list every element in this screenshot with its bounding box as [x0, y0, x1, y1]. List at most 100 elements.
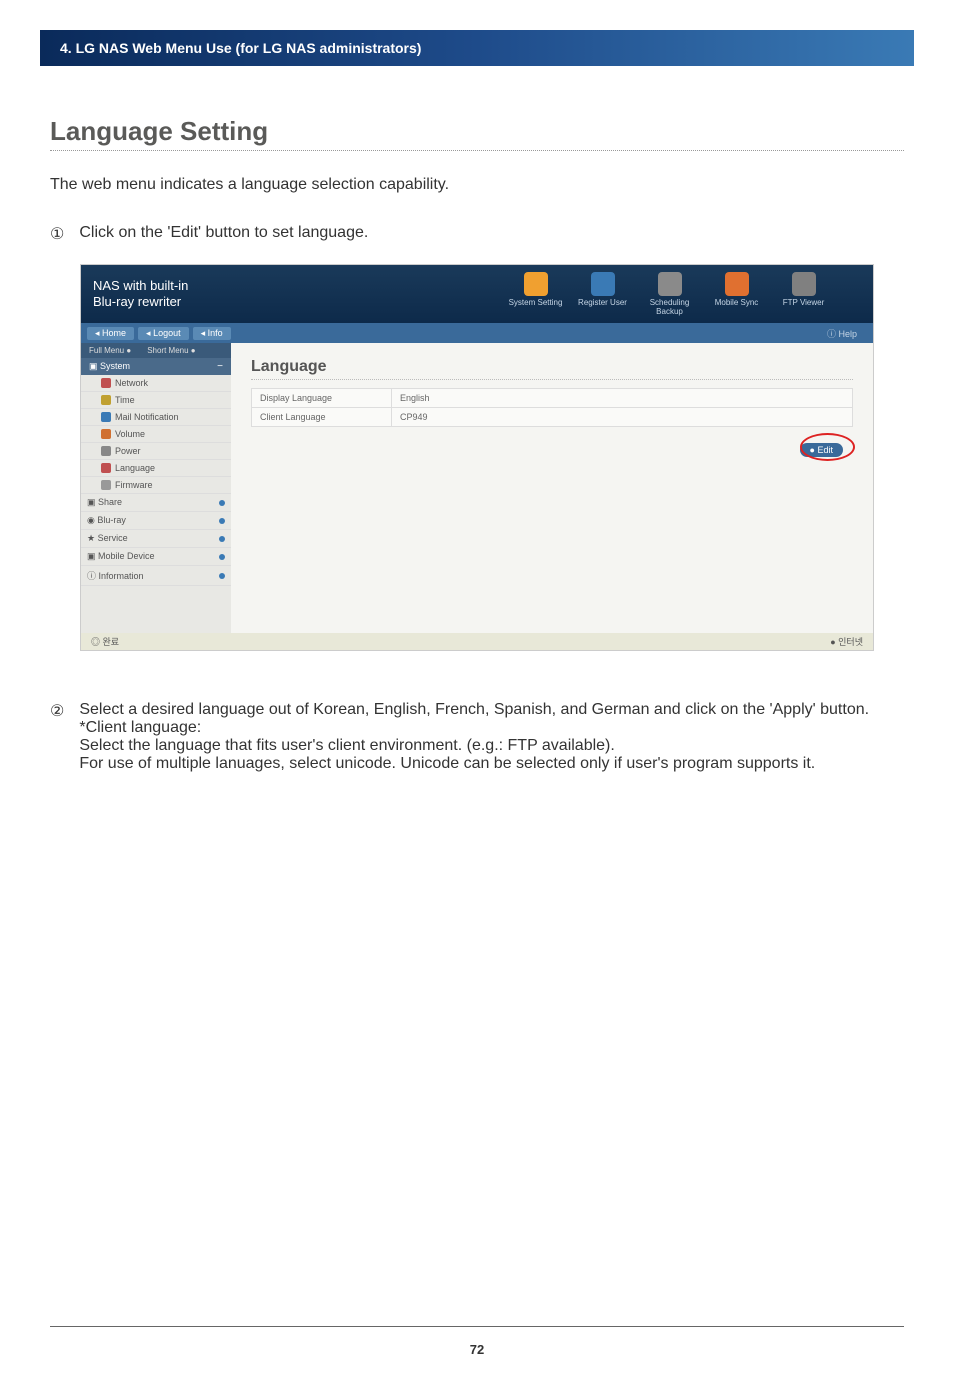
chapter-header: 4. LG NAS Web Menu Use (for LG NAS admin…: [40, 30, 914, 66]
sidebar-label: Power: [115, 446, 141, 456]
logo-line2: Blu-ray rewriter: [93, 294, 353, 310]
help-label: Help: [838, 329, 857, 339]
sidebar-group-service[interactable]: ★ Service: [81, 530, 231, 548]
power-icon: [101, 446, 111, 456]
subbar-home[interactable]: ◂ Home: [87, 327, 134, 340]
sidebar-item-firmware[interactable]: Firmware: [81, 477, 231, 494]
sidebar-group-info[interactable]: ⓘ Information: [81, 566, 231, 586]
sidebar-system[interactable]: ▣ System −: [81, 358, 231, 375]
icon-label: Mobile Sync: [715, 298, 759, 307]
help-link[interactable]: ⓘ Help: [827, 327, 857, 340]
intro-text: The web menu indicates a language select…: [50, 176, 904, 194]
footer-divider: [50, 1326, 904, 1327]
footer-left: ◎ 완료: [91, 635, 119, 648]
icon-label: Scheduling Backup: [650, 298, 690, 316]
sidebar-item-time[interactable]: Time: [81, 392, 231, 409]
sidebar-item-language[interactable]: Language: [81, 460, 231, 477]
client-language-label: *Client language:: [79, 719, 904, 737]
network-icon: [101, 378, 111, 388]
row-val: English: [392, 389, 853, 408]
ss-footer: ◎ 완료 ● 인터넷: [81, 633, 873, 650]
sidebar-label: Volume: [115, 429, 145, 439]
expand-dot-icon: [219, 573, 225, 579]
group-label: Share: [98, 497, 122, 507]
sidebar-group-share[interactable]: ▣ Share: [81, 494, 231, 512]
footer-right: ● 인터넷: [830, 635, 863, 648]
client-language-note1: Select the language that fits user's cli…: [79, 737, 904, 755]
subbar-label: Logout: [153, 328, 181, 338]
ss-sidebar: Full Menu ● Short Menu ● ▣ System − Netw…: [81, 343, 231, 633]
subbar-label: Info: [208, 328, 223, 338]
group-label: Service: [98, 533, 128, 543]
sidebar-item-volume[interactable]: Volume: [81, 426, 231, 443]
collapse-icon[interactable]: −: [217, 361, 223, 372]
system-label: ▣ System: [89, 361, 130, 372]
tab-short-menu[interactable]: Short Menu ●: [139, 343, 203, 358]
expand-dot-icon: [219, 518, 225, 524]
group-label: Blu-ray: [97, 515, 126, 525]
sidebar-label: Firmware: [115, 480, 153, 490]
sidebar-item-network[interactable]: Network: [81, 375, 231, 392]
sidebar-item-power[interactable]: Power: [81, 443, 231, 460]
group-label: Mobile Device: [98, 551, 155, 561]
ss-subbar: ◂ Home ◂ Logout ◂ Info ⓘ Help: [81, 323, 873, 343]
language-icon: [101, 463, 111, 473]
expand-dot-icon: [219, 554, 225, 560]
shield-icon: [658, 272, 682, 296]
page-number: 72: [0, 1342, 954, 1357]
main-title-language: Language: [251, 358, 853, 380]
divider: [50, 150, 904, 151]
sidebar-label: Network: [115, 378, 148, 388]
user-icon: [591, 272, 615, 296]
top-icon-ftp[interactable]: FTP Viewer: [776, 272, 831, 316]
row-key: Client Language: [252, 408, 392, 427]
top-icons: System Setting Register User Scheduling …: [508, 272, 861, 316]
sidebar-item-mail[interactable]: Mail Notification: [81, 409, 231, 426]
mail-icon: [101, 412, 111, 422]
step-2-num: ②: [50, 701, 64, 721]
volume-icon: [101, 429, 111, 439]
table-row: Client Language CP949: [252, 408, 853, 427]
edit-label: Edit: [817, 445, 833, 455]
step-1-text: Click on the 'Edit' button to set langua…: [79, 224, 904, 242]
client-language-note2: For use of multiple lanuages, select uni…: [79, 755, 904, 773]
top-icon-system-setting[interactable]: System Setting: [508, 272, 563, 316]
language-table: Display Language English Client Language…: [251, 388, 853, 427]
expand-dot-icon: [219, 500, 225, 506]
ss-logo: NAS with built-in Blu-ray rewriter: [93, 278, 353, 309]
edit-button[interactable]: ● Edit: [800, 443, 843, 457]
step-1: ① Click on the 'Edit' button to set lang…: [50, 224, 904, 244]
clock-icon: [101, 395, 111, 405]
gear-icon: [524, 272, 548, 296]
cloud-icon: [792, 272, 816, 296]
row-key: Display Language: [252, 389, 392, 408]
firmware-icon: [101, 480, 111, 490]
icon-label: FTP Viewer: [783, 298, 825, 307]
row-val: CP949: [392, 408, 853, 427]
top-icon-mobile-sync[interactable]: Mobile Sync: [709, 272, 764, 316]
logo-line1: NAS with built-in: [93, 278, 353, 294]
top-icon-register-user[interactable]: Register User: [575, 272, 630, 316]
sidebar-tabs: Full Menu ● Short Menu ●: [81, 343, 231, 358]
top-icon-scheduling[interactable]: Scheduling Backup: [642, 272, 697, 316]
embedded-screenshot: NAS with built-in Blu-ray rewriter Syste…: [80, 264, 874, 651]
section-title: Language Setting: [50, 116, 904, 147]
icon-label: System Setting: [509, 298, 563, 307]
sidebar-group-bluray[interactable]: ◉ Blu-ray: [81, 512, 231, 530]
sidebar-label: Mail Notification: [115, 412, 179, 422]
step-2-text: Select a desired language out of Korean,…: [79, 701, 904, 719]
ss-topbar: NAS with built-in Blu-ray rewriter Syste…: [81, 265, 873, 323]
subbar-info[interactable]: ◂ Info: [193, 327, 231, 340]
sidebar-label: Language: [115, 463, 155, 473]
sidebar-label: Time: [115, 395, 135, 405]
icon-label: Register User: [578, 298, 627, 307]
subbar-label: Home: [102, 328, 126, 338]
sidebar-group-mobile[interactable]: ▣ Mobile Device: [81, 548, 231, 566]
expand-dot-icon: [219, 536, 225, 542]
tab-full-menu[interactable]: Full Menu ●: [81, 343, 139, 358]
subbar-logout[interactable]: ◂ Logout: [138, 327, 189, 340]
sync-icon: [725, 272, 749, 296]
step-1-num: ①: [50, 224, 64, 244]
group-label: Information: [99, 571, 144, 581]
step-2: ② Select a desired language out of Korea…: [50, 701, 904, 773]
